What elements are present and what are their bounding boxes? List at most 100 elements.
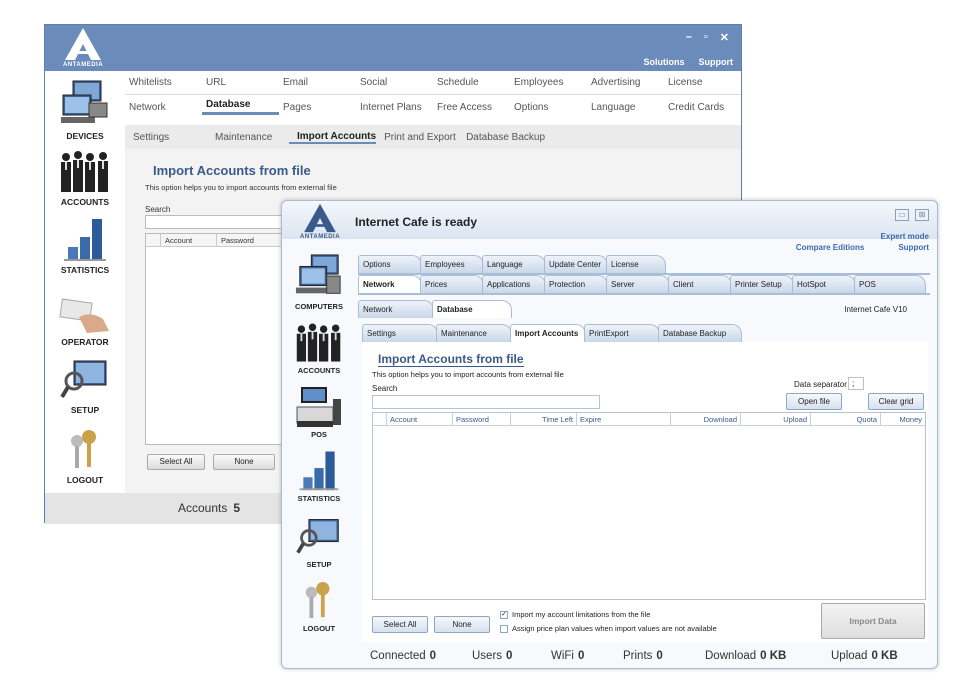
- minimize-button[interactable]: –: [686, 31, 692, 44]
- tab-credit-cards[interactable]: Credit Cards: [664, 102, 741, 113]
- clear-grid-button[interactable]: Clear grid: [868, 393, 924, 410]
- sidebar-label: COMPUTERS: [295, 302, 343, 311]
- search-input[interactable]: [372, 395, 600, 409]
- tab-advertising[interactable]: Advertising: [587, 77, 664, 88]
- select-all-button[interactable]: Select All: [372, 616, 428, 633]
- status-download: Download 0 KB: [705, 650, 786, 662]
- column-money[interactable]: Money: [880, 413, 925, 425]
- subtab-database-backup[interactable]: Database Backup: [458, 132, 545, 143]
- column-account[interactable]: Account: [160, 234, 216, 246]
- antamedia-logo: ANTAMEDIA: [300, 203, 340, 240]
- accounts-grid[interactable]: Account Password Time Left Expire Downlo…: [372, 412, 926, 600]
- sidebar-item-accounts[interactable]: ACCOUNTS: [282, 321, 356, 375]
- column-download[interactable]: Download: [670, 413, 740, 425]
- sidebar-item-pos[interactable]: POS: [282, 385, 356, 439]
- select-all-button[interactable]: Select All: [147, 454, 205, 470]
- version-label: Internet Cafe V10: [844, 305, 907, 314]
- sidebar-item-operator[interactable]: OPERATOR: [45, 297, 125, 347]
- subtab-import-accounts[interactable]: Import Accounts: [510, 324, 586, 342]
- subtab-settings[interactable]: Settings: [362, 324, 438, 342]
- column-expire[interactable]: Expire: [576, 413, 670, 425]
- tab-license[interactable]: License: [606, 255, 666, 273]
- subtab-database-backup[interactable]: Database Backup: [658, 324, 742, 342]
- sidebar-item-logout[interactable]: LOGOUT: [282, 579, 356, 633]
- import-data-button[interactable]: Import Data: [821, 603, 925, 639]
- tab-license[interactable]: License: [664, 77, 741, 88]
- tab-employees[interactable]: Employees: [420, 255, 484, 273]
- sidebar-item-setup[interactable]: SETUP: [45, 357, 125, 415]
- tab-social[interactable]: Social: [356, 77, 433, 88]
- sidebar-item-setup[interactable]: SETUP: [282, 515, 356, 569]
- tab-database[interactable]: Database: [202, 99, 279, 115]
- accounts-grid[interactable]: Account Password: [145, 233, 285, 445]
- close-button[interactable]: ✕: [720, 31, 729, 44]
- subtab-maintenance[interactable]: Maintenance: [207, 132, 289, 143]
- support-link[interactable]: Support: [898, 243, 929, 252]
- data-separator-input[interactable]: ;: [848, 377, 864, 390]
- compare-editions-link[interactable]: Compare Editions: [796, 243, 864, 252]
- tab-printer-setup[interactable]: Printer Setup: [730, 275, 794, 293]
- tab-network[interactable]: Network: [358, 275, 422, 293]
- logout-icon: [305, 582, 330, 619]
- tab-language[interactable]: Language: [482, 255, 546, 273]
- minimize-button[interactable]: ▭: [895, 209, 909, 221]
- sidebar-label: ACCOUNTS: [60, 197, 110, 207]
- column-password[interactable]: Password: [216, 234, 284, 246]
- column-quota[interactable]: Quota: [810, 413, 880, 425]
- tab-schedule[interactable]: Schedule: [433, 77, 510, 88]
- sidebar-item-devices[interactable]: DEVICES: [45, 79, 125, 141]
- grid-header: Account Password Time Left Expire Downlo…: [373, 413, 925, 426]
- none-button[interactable]: None: [434, 616, 490, 633]
- tab-database[interactable]: Database: [432, 300, 512, 318]
- solutions-link[interactable]: Solutions: [644, 57, 685, 67]
- tab-free-access[interactable]: Free Access: [433, 102, 510, 113]
- subtab-print-export[interactable]: Print and Export: [376, 132, 458, 143]
- tab-whitelists[interactable]: Whitelists: [125, 77, 202, 88]
- assign-price-plan-option[interactable]: Assign price plan values when import val…: [500, 624, 717, 633]
- tab-client[interactable]: Client: [668, 275, 732, 293]
- tab-prices[interactable]: Prices: [420, 275, 484, 293]
- none-button[interactable]: None: [213, 454, 275, 470]
- tab-pages[interactable]: Pages: [279, 102, 356, 113]
- tab-network[interactable]: Network: [125, 102, 202, 113]
- maximize-button[interactable]: ▫: [704, 31, 708, 44]
- tab-applications[interactable]: Applications: [482, 275, 546, 293]
- tab-protection[interactable]: Protection: [544, 275, 608, 293]
- column-upload[interactable]: Upload: [740, 413, 810, 425]
- tab-server[interactable]: Server: [606, 275, 670, 293]
- subtab-print-export[interactable]: PrintExport: [584, 324, 660, 342]
- sidebar-item-statistics[interactable]: STATISTICS: [282, 445, 356, 503]
- search-input[interactable]: [145, 215, 285, 229]
- tab-options[interactable]: Options: [358, 255, 422, 273]
- status-value: 0 KB: [871, 650, 898, 662]
- assign-price-plan-checkbox[interactable]: [500, 624, 508, 633]
- import-limitations-option[interactable]: ✓ Import my account limitations from the…: [500, 610, 650, 619]
- support-link[interactable]: Support: [699, 57, 734, 67]
- tab-language[interactable]: Language: [587, 102, 664, 113]
- tab-network-sub[interactable]: Network: [358, 300, 434, 318]
- expert-mode-link[interactable]: Expert mode: [881, 232, 929, 241]
- tab-employees[interactable]: Employees: [510, 77, 587, 88]
- logo-text: ANTAMEDIA: [63, 62, 104, 68]
- sidebar-item-statistics[interactable]: STATISTICS: [45, 213, 125, 275]
- column-time-left[interactable]: Time Left: [510, 413, 576, 425]
- tab-update-center[interactable]: Update Center: [544, 255, 608, 273]
- tab-internet-plans[interactable]: Internet Plans: [356, 102, 433, 113]
- tab-pos[interactable]: POS: [854, 275, 926, 293]
- open-file-button[interactable]: Open file: [786, 393, 842, 410]
- subtab-import-accounts[interactable]: Import Accounts: [289, 131, 377, 144]
- sidebar-item-accounts[interactable]: ACCOUNTS: [45, 149, 125, 207]
- sidebar-item-computers[interactable]: COMPUTERS: [282, 253, 356, 311]
- subtab-settings[interactable]: Settings: [125, 132, 207, 143]
- tab-hotspot[interactable]: HotSpot: [792, 275, 856, 293]
- close-button[interactable]: ⊠: [915, 209, 929, 221]
- tab-email[interactable]: Email: [279, 77, 356, 88]
- subtab-maintenance[interactable]: Maintenance: [436, 324, 512, 342]
- sidebar-item-logout[interactable]: LOGOUT: [45, 427, 125, 485]
- column-account[interactable]: Account: [386, 413, 452, 425]
- import-limitations-checkbox[interactable]: ✓: [500, 610, 508, 619]
- tab-options[interactable]: Options: [510, 102, 587, 113]
- column-password[interactable]: Password: [452, 413, 510, 425]
- tab-url[interactable]: URL: [202, 77, 279, 88]
- setup-icon: [60, 360, 107, 399]
